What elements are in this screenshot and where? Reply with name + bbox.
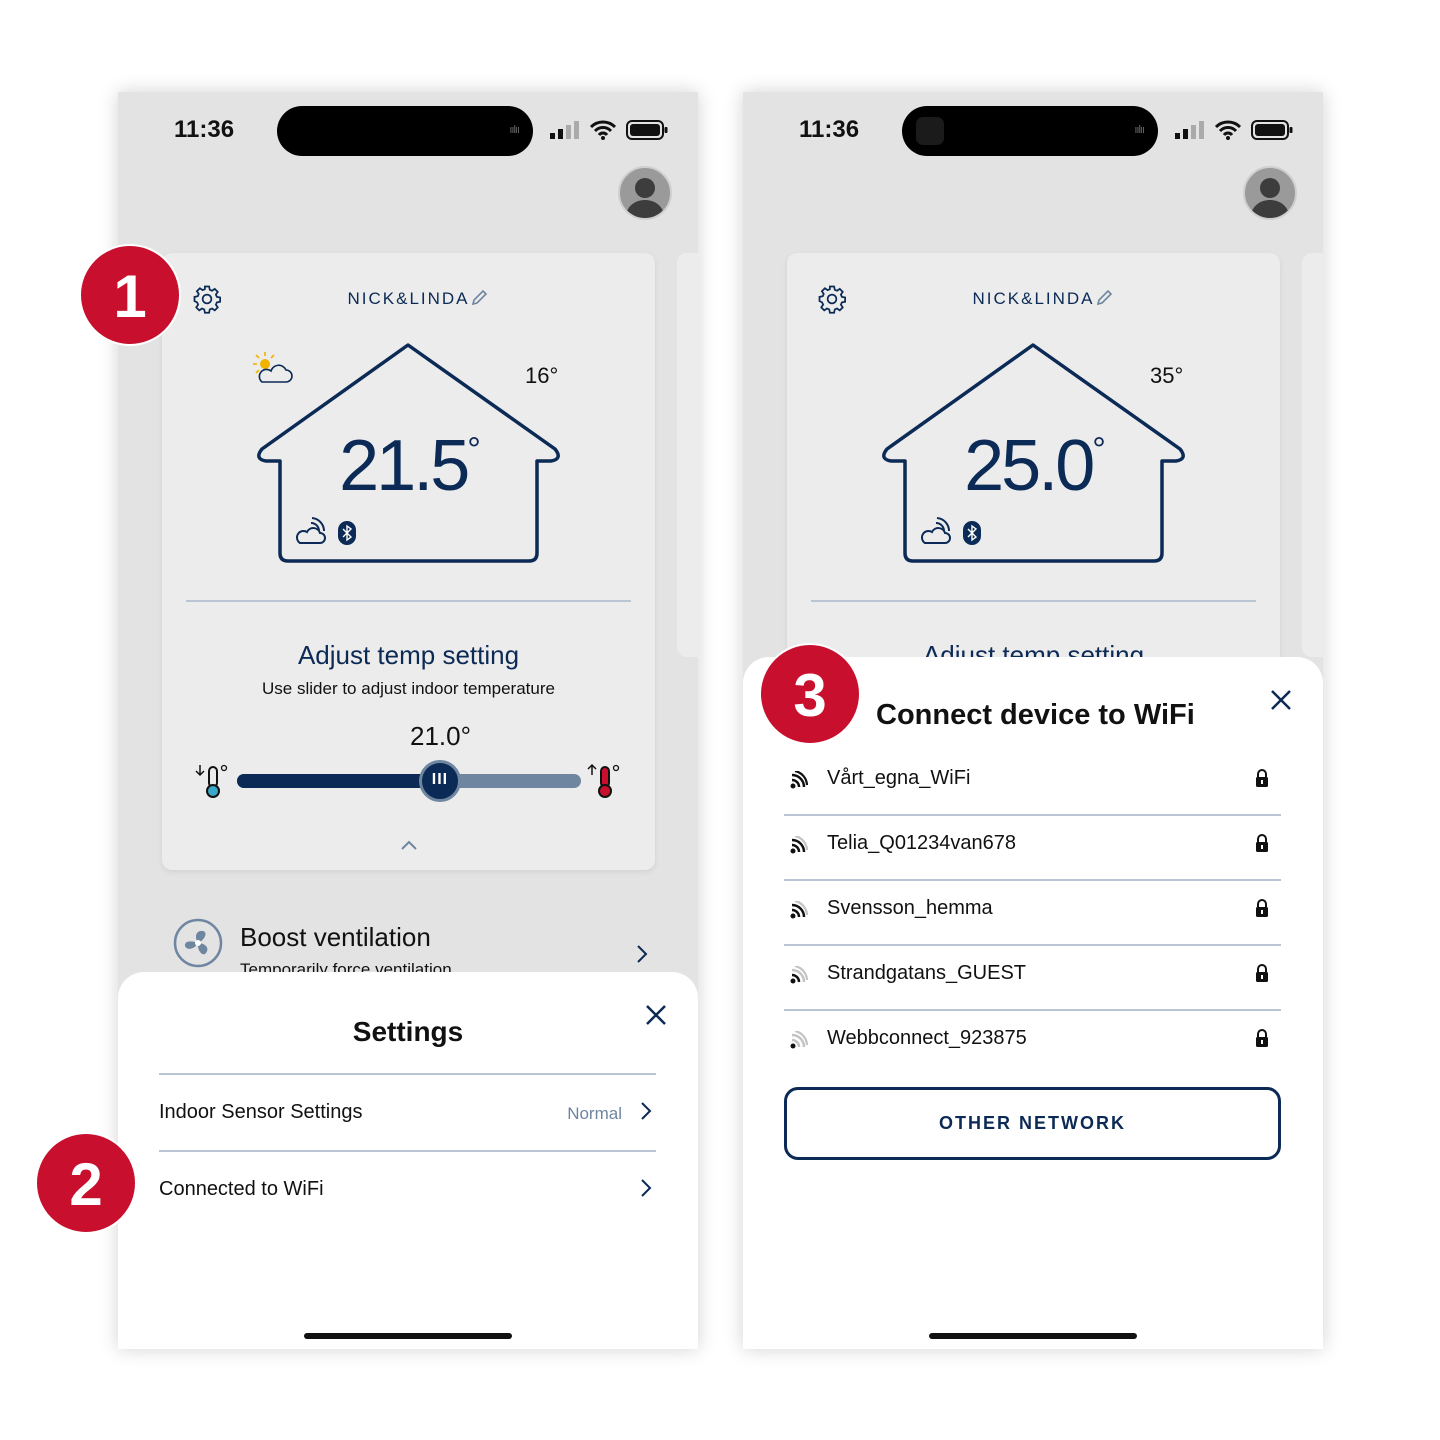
temp-decrease-icon[interactable] xyxy=(194,763,234,799)
cloud-connected-icon xyxy=(295,517,326,544)
user-icon xyxy=(1250,178,1290,218)
status-icons xyxy=(1175,120,1293,140)
network-ssid: Vårt_egna_WiFi xyxy=(827,767,971,789)
temp-increase-icon[interactable] xyxy=(586,763,626,799)
network-ssid: Svensson_hemma xyxy=(827,897,993,919)
settings-row-indoor-sensor[interactable]: Indoor Sensor Settings Normal xyxy=(159,1073,656,1150)
next-card-peek[interactable] xyxy=(1302,253,1323,657)
avatar[interactable] xyxy=(618,166,672,220)
lock-icon xyxy=(1256,964,1268,982)
setpoint-value: 21.0° xyxy=(409,721,471,751)
home-indicator[interactable] xyxy=(304,1333,512,1339)
fan-icon xyxy=(173,918,223,968)
adjust-title: Adjust temp setting xyxy=(297,640,520,670)
wifi-signal-icon xyxy=(790,836,808,854)
house-outline xyxy=(257,343,560,563)
next-card-peek[interactable] xyxy=(677,253,698,657)
slider-fill xyxy=(237,774,440,788)
cloud-connected-icon xyxy=(920,517,951,544)
wifi-sheet: Connect device to WiFi Vårt_egna_WiFi Tel… xyxy=(743,657,1323,1349)
wifi-title: Connect device to WiFi xyxy=(876,699,1195,731)
battery-icon xyxy=(626,120,668,140)
lock-icon xyxy=(1256,899,1268,917)
user-icon xyxy=(625,178,665,218)
chevron-right-icon xyxy=(641,1102,652,1120)
close-icon[interactable] xyxy=(1270,689,1292,711)
boost-ventilation-item[interactable]: Boost ventilation Temporarily force vent… xyxy=(173,918,653,979)
close-icon[interactable] xyxy=(645,1004,667,1026)
wifi-icon xyxy=(590,120,616,140)
collapse-chevron-icon[interactable] xyxy=(400,839,418,851)
boost-title: Boost ventilation xyxy=(240,922,431,952)
degree-sign: ° xyxy=(467,431,481,469)
thermostat-card: NICK&LINDA 16° 21.5° Adjust temp setting… xyxy=(162,253,655,870)
row-label: Indoor Sensor Settings xyxy=(159,1101,363,1123)
settings-row-wifi[interactable]: Connected to WiFi xyxy=(159,1150,656,1227)
wifi-signal-icon xyxy=(790,966,808,984)
temp-slider[interactable]: III xyxy=(237,760,581,802)
network-divider xyxy=(784,814,1281,816)
cellular-signal-icon xyxy=(1175,121,1204,139)
network-divider xyxy=(784,944,1281,946)
network-divider xyxy=(784,1009,1281,1011)
cellular-signal-icon xyxy=(550,121,579,139)
status-icons xyxy=(550,120,668,140)
network-ssid: Strandgatans_GUEST xyxy=(827,962,1026,984)
status-time: 11:36 xyxy=(174,116,235,143)
camera-icon xyxy=(916,117,944,145)
network-row[interactable]: Webbconnect_923875 xyxy=(784,1019,1281,1084)
row-label: Connected to WiFi xyxy=(159,1178,324,1200)
settings-title: Settings xyxy=(352,1016,464,1047)
dynamic-island: ıılıı xyxy=(277,106,533,156)
dynamic-island: ıılıı xyxy=(902,106,1158,156)
bluetooth-icon xyxy=(963,521,981,545)
network-ssid: Webbconnect_923875 xyxy=(827,1027,1027,1049)
indoor-temp-value: 21.5 xyxy=(339,426,470,506)
row-value: Normal xyxy=(567,1104,622,1123)
wifi-icon xyxy=(1215,120,1241,140)
partly-sunny-icon xyxy=(253,352,293,383)
indoor-temp-value: 25.0 xyxy=(964,426,1095,506)
lock-icon xyxy=(1256,1029,1268,1047)
phone-screen-settings: 11:36 ıılıı NICK&LINDA 16° 21.5° Adjust … xyxy=(118,92,698,1349)
network-ssid: Telia_Q01234van678 xyxy=(827,832,1017,854)
wifi-signal-icon xyxy=(790,901,808,919)
settings-sheet: Settings Indoor Sensor Settings Normal C… xyxy=(118,972,698,1349)
avatar[interactable] xyxy=(1243,166,1297,220)
indoor-temp: 25.0° xyxy=(787,425,1280,507)
chevron-right-icon xyxy=(637,945,648,963)
outdoor-temp: 16° xyxy=(525,363,559,388)
lock-icon xyxy=(1256,769,1268,787)
step-badge-2: 2 xyxy=(35,1132,137,1234)
wifi-signal-icon xyxy=(790,771,808,789)
other-network-button[interactable]: OTHER NETWORK xyxy=(784,1087,1281,1160)
chevron-right-icon xyxy=(641,1179,652,1197)
mic-icon: ıılıı xyxy=(509,124,520,136)
outdoor-temp: 35° xyxy=(1150,363,1184,388)
indoor-temp: 21.5° xyxy=(162,425,655,507)
status-time: 11:36 xyxy=(799,116,860,143)
slider-thumb[interactable]: III xyxy=(418,760,461,802)
home-indicator[interactable] xyxy=(929,1333,1137,1339)
house-outline xyxy=(882,343,1185,563)
mic-icon: ıılıı xyxy=(1134,124,1145,136)
step-badge-3: 3 xyxy=(759,643,861,745)
card-divider xyxy=(811,600,1256,602)
battery-icon xyxy=(1251,120,1293,140)
degree-sign: ° xyxy=(1092,431,1106,469)
bluetooth-icon xyxy=(338,521,356,545)
lock-icon xyxy=(1256,834,1268,852)
adjust-subtitle: Use slider to adjust indoor temperature xyxy=(262,679,555,698)
network-divider xyxy=(784,879,1281,881)
card-divider xyxy=(186,600,631,602)
wifi-signal-icon xyxy=(790,1031,808,1049)
step-badge-1: 1 xyxy=(79,244,181,346)
